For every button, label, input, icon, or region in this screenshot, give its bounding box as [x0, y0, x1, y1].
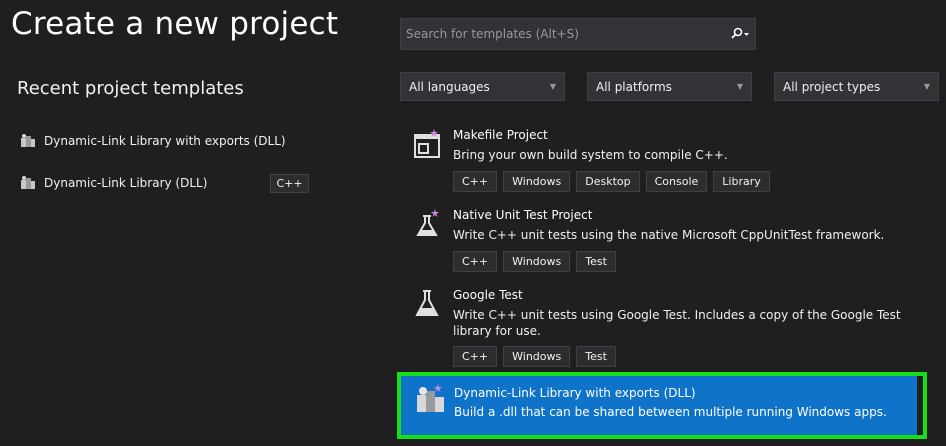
platform-filter-value: All platforms	[596, 79, 672, 94]
template-description: Write C++ unit tests using the native Mi…	[453, 228, 885, 242]
language-filter-value: All languages	[409, 79, 490, 94]
template-item-google-test[interactable]: Google Test Write C++ unit tests using G…	[400, 288, 930, 368]
template-description: Build a .dll that can be shared between …	[454, 405, 887, 419]
search-icon[interactable]	[725, 19, 755, 49]
flask-icon	[415, 290, 439, 316]
template-name: Dynamic-Link Library with exports (DLL)	[454, 386, 696, 400]
recent-template-label: Dynamic-Link Library (DLL)	[44, 176, 208, 190]
makefile-project-icon	[414, 129, 440, 158]
template-item-native-unit-test[interactable]: Native Unit Test Project Write C++ unit …	[400, 208, 930, 276]
template-item-dll-exports-selected[interactable]: Dynamic-Link Library with exports (DLL) …	[397, 372, 927, 439]
chevron-down-icon: ▼	[923, 82, 930, 91]
template-tag: Test	[576, 251, 616, 272]
template-name: Makefile Project	[453, 128, 548, 142]
project-type-filter-value: All project types	[783, 79, 881, 94]
dll-project-icon	[21, 134, 35, 147]
template-tag: Library	[713, 171, 770, 192]
dll-project-icon	[21, 176, 35, 189]
project-type-filter-dropdown[interactable]: All project types ▼	[774, 72, 939, 101]
recent-templates-heading: Recent project templates	[17, 78, 244, 99]
template-description: Bring your own build system to compile C…	[453, 148, 728, 162]
platform-filter-dropdown[interactable]: All platforms ▼	[587, 72, 752, 101]
template-tag: Windows	[503, 171, 571, 192]
dll-project-icon	[417, 384, 444, 412]
template-item-makefile[interactable]: Makefile Project Bring your own build sy…	[400, 128, 930, 196]
template-name: Google Test	[453, 288, 523, 302]
template-tag: Desktop	[576, 171, 640, 192]
page-title: Create a new project	[11, 6, 339, 42]
recent-template-label: Dynamic-Link Library with exports (DLL)	[44, 134, 286, 148]
template-tag: Windows	[503, 346, 571, 367]
template-tag: Windows	[503, 251, 571, 272]
template-description: Write C++ unit tests using Google Test. …	[453, 308, 901, 338]
recent-template-item[interactable]: Dynamic-Link Library (DLL)	[20, 173, 207, 193]
template-tag: C++	[453, 251, 498, 272]
chevron-down-icon: ▼	[549, 82, 556, 91]
template-tag: C++	[453, 171, 498, 192]
template-tag: Test	[576, 346, 616, 367]
language-filter-dropdown[interactable]: All languages ▼	[400, 72, 565, 101]
chevron-down-icon: ▼	[736, 82, 743, 91]
template-tag: C++	[453, 346, 498, 367]
template-name: Native Unit Test Project	[453, 208, 593, 222]
language-tag: C++	[270, 174, 309, 193]
flask-icon	[416, 209, 439, 236]
template-tag: Console	[645, 171, 708, 192]
recent-template-item[interactable]: Dynamic-Link Library with exports (DLL)	[20, 131, 286, 151]
template-search-box[interactable]	[400, 18, 756, 50]
search-input[interactable]	[401, 19, 725, 49]
